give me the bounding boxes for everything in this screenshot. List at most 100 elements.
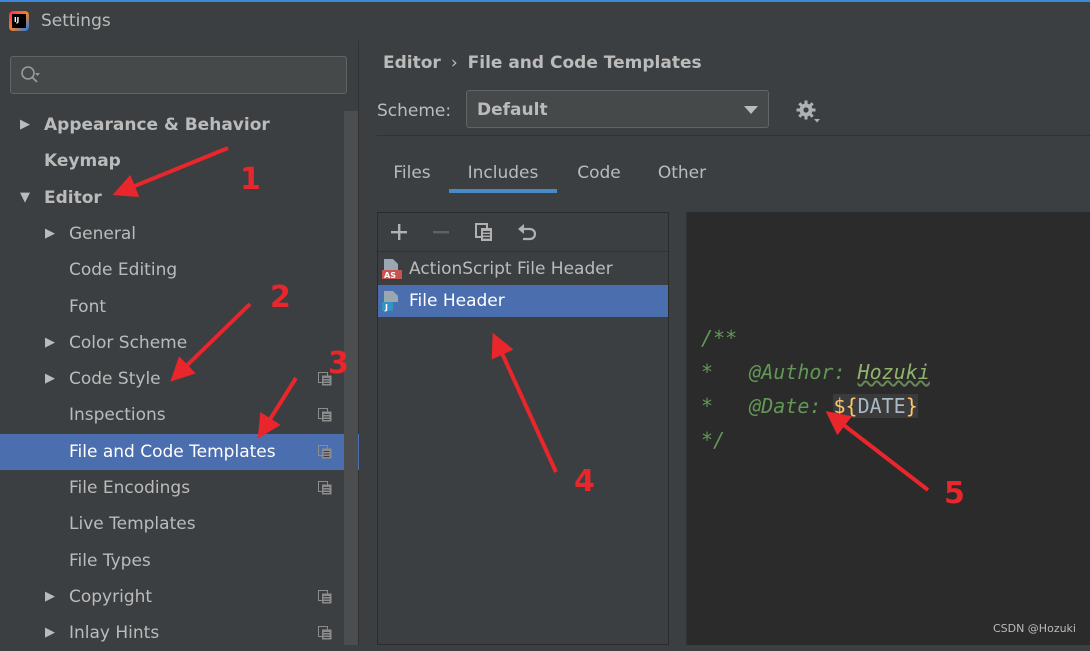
sidebar-item-label: Color Scheme <box>69 332 188 353</box>
sidebar-item-code-editing[interactable]: Code Editing <box>0 252 359 288</box>
collapsed-arrow-icon[interactable]: ▶ <box>45 325 55 361</box>
title-bar: IJ Settings <box>0 0 1090 41</box>
sidebar-item-label: Keymap <box>44 151 121 172</box>
template-item-label: ActionScript File Header <box>409 259 613 279</box>
scheme-dropdown[interactable]: Default <box>466 90 769 128</box>
sidebar-item-file-and-code-templates[interactable]: File and Code Templates <box>0 433 359 470</box>
sidebar-item-appearance-behavior[interactable]: ▶ Appearance & Behavior <box>0 107 359 143</box>
sidebar-item-label: Code Style <box>69 369 161 390</box>
project-scope-icon <box>318 444 332 459</box>
code-line-1: /** <box>701 326 737 350</box>
sidebar-item-color-scheme[interactable]: ▶ Color Scheme <box>0 325 359 361</box>
actionscript-file-icon: AS <box>382 259 402 280</box>
settings-content: Editor › File and Code Templates Scheme: D… <box>359 41 1090 645</box>
sidebar-item-label: File and Code Templates <box>69 441 276 462</box>
sidebar-item-label: Font <box>69 296 107 317</box>
var-close: } <box>905 394 918 418</box>
date-tag: @Date: <box>749 394 822 418</box>
gear-icon[interactable] <box>795 99 821 125</box>
app-icon-text: IJ <box>14 16 20 24</box>
template-code-editor[interactable]: /** * @Author: Hozuki * @Date: ${DATE} *… <box>686 212 1090 645</box>
sidebar-item-label: File Types <box>69 550 151 571</box>
project-scope-icon <box>318 481 332 495</box>
collapsed-arrow-icon[interactable]: ▶ <box>45 615 55 651</box>
code-line-4: */ <box>701 428 725 452</box>
collapsed-arrow-icon[interactable]: ▶ <box>45 361 55 397</box>
template-item-file-header[interactable]: J File Header <box>378 285 668 317</box>
sidebar-item-copyright[interactable]: ▶ Copyright <box>0 579 359 615</box>
annotation-1: 1 <box>240 162 261 197</box>
file-type-badge: J <box>384 303 388 312</box>
sidebar-item-label: File Encodings <box>69 478 191 498</box>
sidebar-item-label: Live Templates <box>69 514 196 535</box>
var-open: ${ <box>833 394 858 418</box>
tab-code[interactable]: Code <box>559 155 639 193</box>
template-item-label: File Header <box>409 291 505 311</box>
date-variable: ${DATE} <box>833 394 918 418</box>
chevron-down-icon <box>744 106 758 114</box>
divider <box>377 135 1090 136</box>
comment-star: * <box>701 360 714 384</box>
author-value: Hozuki <box>857 360 930 384</box>
annotation-2: 2 <box>270 280 291 315</box>
sidebar-item-file-encodings[interactable]: File Encodings <box>0 470 359 506</box>
sidebar-item-live-templates[interactable]: Live Templates <box>0 506 359 542</box>
search-icon <box>21 66 40 83</box>
sidebar-item-label: Inspections <box>69 405 166 426</box>
comment-star: * <box>701 394 714 418</box>
code-line-2: * @Author: Hozuki <box>701 360 930 384</box>
sidebar-item-editor[interactable]: ▼ Editor <box>0 180 359 216</box>
remove-icon[interactable] <box>430 221 452 243</box>
tab-other[interactable]: Other <box>641 155 723 193</box>
sidebar-item-label: Editor <box>44 187 102 208</box>
sidebar-item-file-types[interactable]: File Types <box>0 543 359 579</box>
watermark: CSDN @Hozuki <box>992 622 1076 635</box>
sidebar-item-label: Code Editing <box>69 260 178 281</box>
annotation-5: 5 <box>944 476 965 511</box>
sidebar-item-keymap[interactable]: Keymap <box>0 143 359 179</box>
breadcrumb-separator: › <box>450 53 458 73</box>
breadcrumb: Editor › File and Code Templates <box>383 53 702 73</box>
settings-search-input[interactable] <box>10 56 347 94</box>
sidebar-item-inlay-hints[interactable]: ▶ Inlay Hints <box>0 615 359 651</box>
sidebar-item-label: Appearance & Behavior <box>44 115 270 135</box>
add-icon[interactable] <box>388 221 410 243</box>
annotation-3: 3 <box>328 346 349 381</box>
file-type-badge: AS <box>384 271 396 280</box>
comment-close: */ <box>701 428 726 452</box>
sidebar-item-font[interactable]: Font <box>0 289 359 325</box>
reset-icon[interactable] <box>516 221 538 243</box>
breadcrumb-parent[interactable]: Editor <box>383 53 441 73</box>
window-title: Settings <box>41 11 111 31</box>
tab-files[interactable]: Files <box>377 155 447 193</box>
code-line-3: * @Date: ${DATE} <box>701 394 918 418</box>
breadcrumb-current: File and Code Templates <box>467 53 702 73</box>
scheme-value: Default <box>477 100 548 120</box>
templates-toolbar <box>378 213 668 252</box>
sidebar-item-inspections[interactable]: Inspections <box>0 397 359 433</box>
intellij-app-icon: IJ <box>9 11 29 31</box>
collapsed-arrow-icon[interactable]: ▶ <box>45 579 55 615</box>
copy-icon[interactable] <box>473 221 495 243</box>
expanded-arrow-icon[interactable]: ▼ <box>20 180 30 216</box>
sidebar-item-label: Copyright <box>69 586 153 607</box>
comment-open: /** <box>701 326 738 350</box>
sidebar-item-general[interactable]: ▶ General <box>0 216 359 252</box>
sidebar-item-code-style[interactable]: ▶ Code Style <box>0 361 359 397</box>
annotation-4: 4 <box>574 464 595 499</box>
settings-sidebar: ▶ Appearance & Behavior Keymap ▼ Editor ▶ Gene… <box>0 41 359 645</box>
sidebar-item-label: Inlay Hints <box>69 623 160 644</box>
author-tag: @Author: <box>749 360 846 384</box>
project-scope-icon <box>318 589 332 604</box>
project-scope-icon <box>318 626 332 640</box>
template-item-actionscript-file-header[interactable]: AS ActionScript File Header <box>378 253 668 285</box>
sidebar-item-label: General <box>69 223 136 244</box>
java-file-icon: J <box>382 291 398 312</box>
collapsed-arrow-icon[interactable]: ▶ <box>45 216 55 252</box>
scheme-label: Scheme: <box>377 101 452 121</box>
collapsed-arrow-icon[interactable]: ▶ <box>20 107 30 143</box>
var-name: DATE <box>857 394 906 418</box>
tab-includes[interactable]: Includes <box>449 155 557 193</box>
templates-list-panel: AS ActionScript File Header J File Header <box>377 212 669 645</box>
project-scope-icon <box>318 408 332 422</box>
